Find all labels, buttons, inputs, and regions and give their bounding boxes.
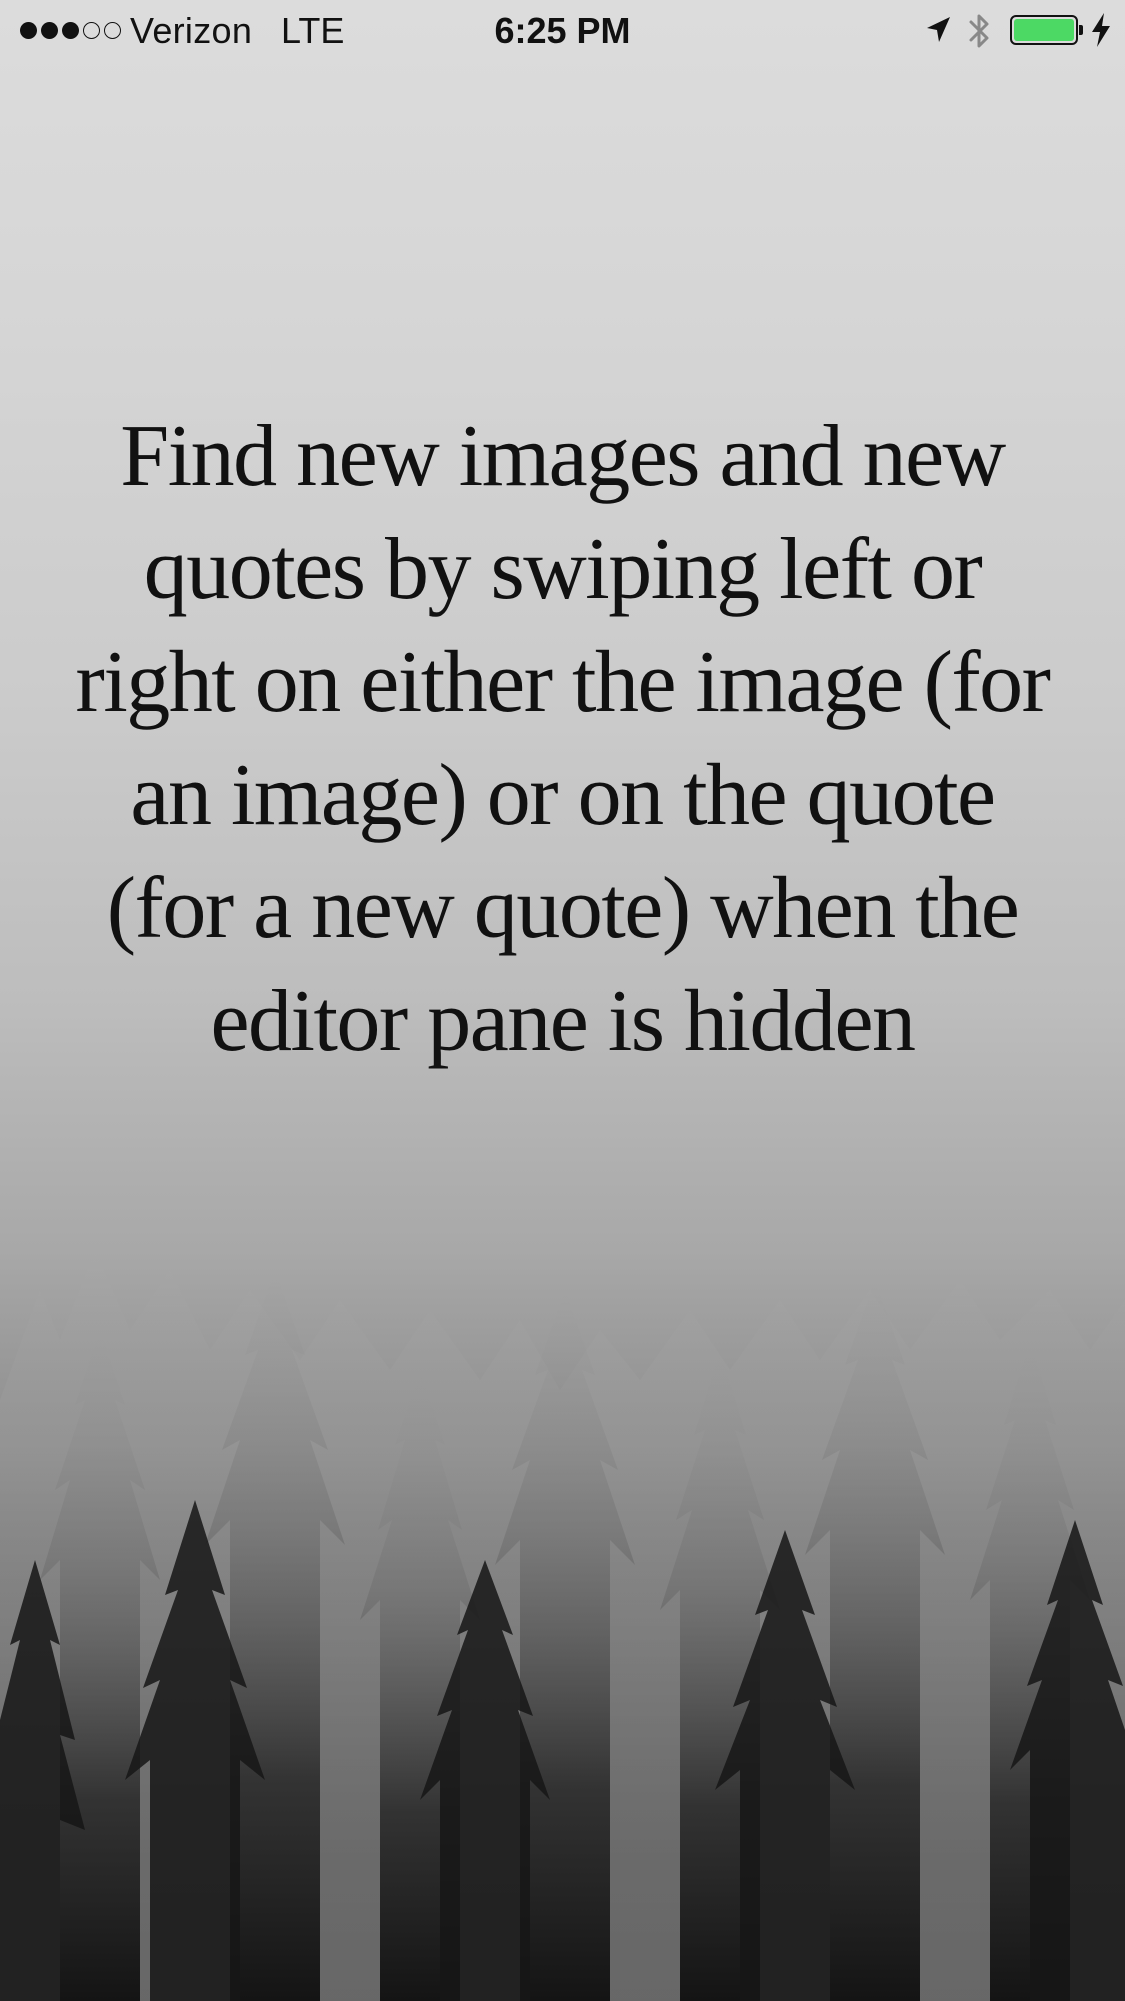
bluetooth-icon (969, 14, 989, 48)
battery-icon (1010, 15, 1078, 45)
location-arrow-icon (927, 17, 950, 42)
battery-level-fill (1014, 19, 1074, 41)
quote-text[interactable]: Find new images and new quotes by swipin… (60, 400, 1065, 1078)
charging-bolt-icon (1092, 13, 1110, 47)
battery-tip (1079, 25, 1083, 35)
status-time: 6:25 PM (494, 10, 631, 51)
status-bar: Verizon LTE 6:25 PM (0, 0, 1125, 62)
app-screen[interactable]: Verizon LTE 6:25 PM Find new images and … (0, 0, 1125, 2001)
